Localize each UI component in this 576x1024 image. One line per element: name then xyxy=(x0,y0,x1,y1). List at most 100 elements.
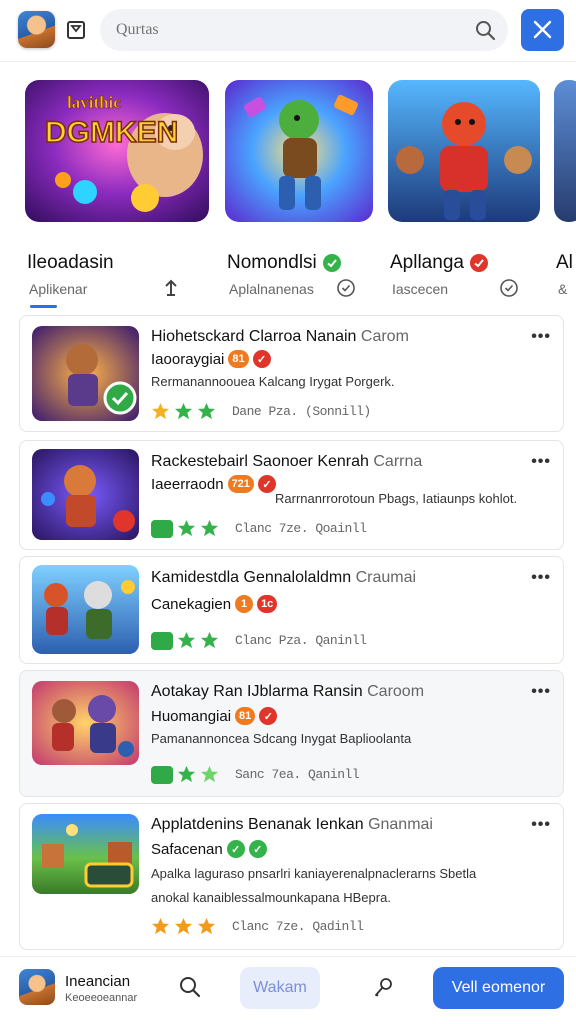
list-item[interactable]: Applatdenins Benanak Ienkan Gnanmai Safa… xyxy=(19,803,564,950)
list-item[interactable]: Kamidestdla Gennalolaldmn Craumai Caneka… xyxy=(19,556,564,664)
more-options-icon[interactable]: ••• xyxy=(531,328,551,346)
more-options-icon[interactable]: ••• xyxy=(531,453,551,471)
featured-thumbnail[interactable] xyxy=(554,80,576,222)
star-icon xyxy=(177,631,196,649)
star-icon xyxy=(177,519,196,537)
star-icon xyxy=(151,917,170,935)
star-icon xyxy=(197,402,216,420)
featured-thumbnail[interactable]: DGMKEN lavithic xyxy=(25,80,209,222)
download-icon[interactable] xyxy=(161,278,181,298)
pin-icon[interactable] xyxy=(372,975,396,999)
featured-banner-top: lavithic xyxy=(67,93,121,112)
featured-subtitle: Aplalnanenas xyxy=(229,281,314,297)
star-icon xyxy=(200,765,219,783)
featured-card[interactable]: DGMKEN lavithic Ileoadasin Aplikenar xyxy=(25,80,209,297)
badge: 81 xyxy=(235,707,256,725)
list-item-thumbnail[interactable] xyxy=(32,565,139,654)
more-options-icon[interactable]: ••• xyxy=(531,683,551,701)
star-icon xyxy=(151,402,170,420)
shield-check-icon[interactable] xyxy=(499,278,519,298)
more-options-icon[interactable]: ••• xyxy=(531,816,551,834)
list-item-title: Rackestebairl Saonoer Kenrah Carrna xyxy=(151,453,423,470)
search-icon[interactable] xyxy=(178,975,202,999)
featured-banner-text: DGMKEN xyxy=(45,116,178,149)
featured-title: Ileoadasin xyxy=(27,252,114,273)
featured-thumbnail[interactable] xyxy=(388,80,540,222)
badge: ✓ xyxy=(259,707,278,725)
list-item-title: Aotakay Ran IJblarma Ransin Caroom xyxy=(151,683,425,700)
featured-thumbnail[interactable] xyxy=(225,80,373,222)
list-item-title: Applatdenins Benanak Ienkan Gnanmai xyxy=(151,816,433,833)
list-item-title: Kamidestdla Gennalolaldmn Craumai xyxy=(151,569,417,586)
featured-subtitle: Aplikenar xyxy=(29,281,88,297)
star-icon xyxy=(177,765,196,783)
rating-badge-icon xyxy=(151,519,173,538)
list-item[interactable]: Rackestebairl Saonoer Kenrah Carrna Iaee… xyxy=(19,440,564,550)
list-item-meta: Clanc 7ze. Qoainll xyxy=(235,521,367,536)
star-icon xyxy=(200,519,219,537)
badge: 1 xyxy=(235,595,254,613)
badge: 1c xyxy=(257,595,278,613)
list-item-rating: Clanc Pza. Qaninll xyxy=(151,631,367,650)
tab-indicator xyxy=(30,305,57,308)
list-item-subtitle: Huomangiai 81 ✓ xyxy=(151,707,278,725)
more-options-icon[interactable]: ••• xyxy=(531,569,551,587)
list-item-thumbnail[interactable] xyxy=(32,449,139,540)
list-item-rating: Clanc 7ze. Qoainll xyxy=(151,519,367,538)
list-item-thumbnail[interactable] xyxy=(32,326,139,421)
list-item-description: Pamanannoncea Sdcang Inygat Baplioolanta xyxy=(151,731,412,746)
bookmark-icon[interactable] xyxy=(66,20,86,40)
star-icon xyxy=(174,402,193,420)
primary-cta-button[interactable]: Vell eomenor xyxy=(433,967,564,1009)
featured-card[interactable]: Al & xyxy=(554,80,576,297)
star-icon xyxy=(174,917,193,935)
list-item-description: Rermanannoouea Kalcang Irygat Porgerk. xyxy=(151,374,395,389)
list-item-meta: Clanc 7ze. Qadinll xyxy=(232,919,364,934)
badge: ✓ xyxy=(252,350,271,368)
list-item-thumbnail[interactable] xyxy=(32,681,139,765)
avatar[interactable] xyxy=(19,969,55,1005)
list-item-description: Rarrnanrrorotoun Pbags, Iatiaunps kohlot… xyxy=(275,491,518,506)
list-item-subtitle: Iaooraygiai 81 ✓ xyxy=(151,350,271,368)
verified-icon xyxy=(469,254,488,272)
star-icon xyxy=(200,631,219,649)
featured-row: DGMKEN lavithic Ileoadasin Aplikenar Nom… xyxy=(0,62,576,308)
top-bar xyxy=(0,0,576,62)
list-item-meta: Sanc 7ea. Qaninll xyxy=(235,767,360,782)
search-icon[interactable] xyxy=(474,19,496,41)
featured-card[interactable]: Nomondlsi Aplalnanenas xyxy=(225,80,409,297)
featured-card[interactable]: Apllanga Iascecen xyxy=(388,80,572,297)
badge: ✓ xyxy=(226,840,245,858)
list-item-description: Apalka laguraso pnsarlri kaniayerenalpna… xyxy=(151,866,477,881)
search-input[interactable] xyxy=(116,19,456,41)
badge: 721 xyxy=(227,475,254,493)
search-bar[interactable] xyxy=(100,9,508,51)
list-item-title: Hiohetsckard Clarroa Nanain Carom xyxy=(151,328,409,345)
featured-subtitle: & xyxy=(558,281,568,297)
user-subtitle: Keoeeoeannar xyxy=(65,992,138,1004)
list-item-meta: Clanc Pza. Qaninll xyxy=(235,633,367,648)
rating-badge-icon xyxy=(151,631,173,650)
badge: 81 xyxy=(228,350,249,368)
featured-title: Apllanga xyxy=(390,252,488,274)
featured-title: Al xyxy=(556,252,573,273)
app-logo[interactable] xyxy=(18,11,55,48)
list-item-rating: Clanc 7ze. Qadinll xyxy=(151,917,364,936)
list-item-rating: Sanc 7ea. Qaninll xyxy=(151,765,360,784)
shield-check-icon[interactable] xyxy=(336,278,356,298)
rating-badge-icon xyxy=(151,765,173,784)
close-button[interactable] xyxy=(521,9,564,51)
close-icon xyxy=(533,20,552,39)
list-item-subtitle: Canekagien 1 1c xyxy=(151,595,278,613)
list-item[interactable]: Hiohetsckard Clarroa Nanain Carom Iaoora… xyxy=(19,315,564,432)
tab-wakam[interactable]: Wakam xyxy=(240,967,320,1009)
bottom-bar: Ineancian Keoeeoeannar Wakam Vell eomeno… xyxy=(0,956,576,1024)
badge: ✓ xyxy=(248,840,267,858)
list-item-meta: Dane Pza. (Sonnill) xyxy=(232,404,371,419)
user-name: Ineancian xyxy=(65,973,131,990)
star-icon xyxy=(197,917,216,935)
list-item-thumbnail[interactable] xyxy=(32,814,139,894)
verified-icon xyxy=(322,254,341,272)
list-item-subtitle: Iaeerraodn 721 ✓ xyxy=(151,475,276,493)
list-item[interactable]: Aotakay Ran IJblarma Ransin Caroom Huoma… xyxy=(19,670,564,797)
